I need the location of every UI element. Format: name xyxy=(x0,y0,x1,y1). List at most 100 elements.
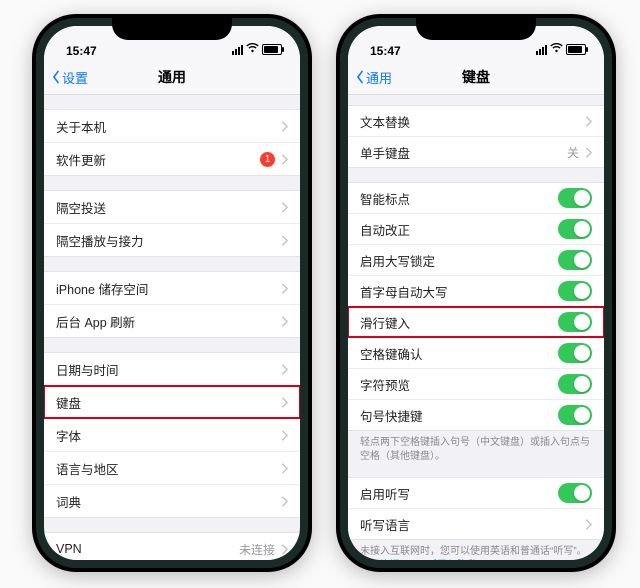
back-button[interactable]: 通用 xyxy=(354,68,392,87)
row-airdrop[interactable]: 隔空投送 xyxy=(44,191,300,223)
status-time: 15:47 xyxy=(66,44,97,60)
screen-right: 15:47 通用 键盘 文本替换 xyxy=(348,26,604,560)
nav-title: 键盘 xyxy=(462,67,490,87)
content-right: 文本替换 单手键盘 关 智能标点 自动改正 xyxy=(348,95,604,560)
phone-left-frame: 15:47 设置 通用 关于本机 xyxy=(32,14,312,572)
chevron-right-icon xyxy=(585,519,592,530)
toggle-switch[interactable] xyxy=(558,343,592,363)
footnote-text: 未接入互联网时，您可以使用英语和普通话“听写”。 xyxy=(360,546,587,557)
chevron-left-icon xyxy=(50,70,62,84)
row-caps-lock[interactable]: 启用大写锁定 xyxy=(348,244,604,275)
nav-bar: 设置 通用 xyxy=(44,60,300,95)
row-airplay[interactable]: 隔空播放与接力 xyxy=(44,223,300,256)
row-label: 空格键确认 xyxy=(360,344,558,363)
notch xyxy=(416,14,536,40)
nav-bar: 通用 键盘 xyxy=(348,60,604,95)
chevron-right-icon xyxy=(281,463,288,474)
row-label: 滑行键入 xyxy=(360,313,558,332)
row-label: VPN xyxy=(56,542,239,556)
chevron-right-icon xyxy=(281,283,288,294)
row-vpn[interactable]: VPN 未连接 xyxy=(44,533,300,560)
row-software-update[interactable]: 软件更新 1 xyxy=(44,142,300,175)
row-char-preview[interactable]: 字符预览 xyxy=(348,368,604,399)
row-label: 软件更新 xyxy=(56,150,260,169)
row-label: 后台 App 刷新 xyxy=(56,312,281,331)
row-label: 隔空播放与接力 xyxy=(56,231,281,250)
chevron-right-icon xyxy=(281,430,288,441)
row-label: 句号快捷键 xyxy=(360,406,558,425)
toggle-switch[interactable] xyxy=(558,312,592,332)
row-value: 关 xyxy=(567,144,579,161)
wifi-icon xyxy=(246,43,259,56)
row-dictation[interactable]: 启用听写 xyxy=(348,478,604,508)
row-label: 隔空投送 xyxy=(56,198,281,217)
toggle-switch[interactable] xyxy=(558,405,592,425)
row-label: 智能标点 xyxy=(360,189,558,208)
battery-icon xyxy=(262,44,282,55)
row-label: 字体 xyxy=(56,426,281,445)
row-label: 语言与地区 xyxy=(56,459,281,478)
chevron-right-icon xyxy=(281,544,288,555)
row-label: 文本替换 xyxy=(360,112,585,131)
chevron-right-icon xyxy=(281,235,288,246)
row-about[interactable]: 关于本机 xyxy=(44,110,300,142)
row-space-confirm[interactable]: 空格键确认 xyxy=(348,337,604,368)
chevron-right-icon xyxy=(585,147,592,158)
wifi-icon xyxy=(550,43,563,56)
row-label: 首字母自动大写 xyxy=(360,282,558,301)
row-label: 键盘 xyxy=(56,393,281,412)
row-label: iPhone 储存空间 xyxy=(56,279,281,298)
toggle-switch[interactable] xyxy=(558,374,592,394)
row-slide-type[interactable]: 滑行键入 xyxy=(348,306,604,337)
row-keyboard[interactable]: 键盘 xyxy=(44,385,300,418)
update-badge: 1 xyxy=(260,152,275,167)
row-fonts[interactable]: 字体 xyxy=(44,418,300,451)
row-text-replace[interactable]: 文本替换 xyxy=(348,106,604,136)
back-label: 设置 xyxy=(62,68,88,87)
chevron-right-icon xyxy=(281,364,288,375)
battery-icon xyxy=(566,44,586,55)
content-left: 关于本机 软件更新 1 隔空投送 隔空播放与接力 xyxy=(44,95,300,560)
siri-privacy-link[interactable]: 关于询问 Siri、听写与隐私… xyxy=(360,560,487,561)
row-label: 启用听写 xyxy=(360,484,558,503)
chevron-right-icon xyxy=(281,121,288,132)
row-smart-punct[interactable]: 智能标点 xyxy=(348,183,604,213)
back-label: 通用 xyxy=(366,68,392,87)
row-background-refresh[interactable]: 后台 App 刷新 xyxy=(44,304,300,337)
chevron-right-icon xyxy=(281,202,288,213)
toggle-switch[interactable] xyxy=(558,281,592,301)
nav-title: 通用 xyxy=(158,67,186,87)
toggle-switch[interactable] xyxy=(558,188,592,208)
row-one-hand[interactable]: 单手键盘 关 xyxy=(348,136,604,167)
toggle-switch[interactable] xyxy=(558,219,592,239)
toggle-switch[interactable] xyxy=(558,250,592,270)
row-auto-correct[interactable]: 自动改正 xyxy=(348,213,604,244)
row-period-shortcut[interactable]: 句号快捷键 xyxy=(348,399,604,430)
chevron-right-icon xyxy=(281,316,288,327)
notch xyxy=(112,14,232,40)
row-language-region[interactable]: 语言与地区 xyxy=(44,451,300,484)
row-auto-capitalize[interactable]: 首字母自动大写 xyxy=(348,275,604,306)
screen-left: 15:47 设置 通用 关于本机 xyxy=(44,26,300,560)
chevron-left-icon xyxy=(354,70,366,84)
row-label: 自动改正 xyxy=(360,220,558,239)
row-label: 启用大写锁定 xyxy=(360,251,558,270)
chevron-right-icon xyxy=(585,116,592,127)
phone-right-frame: 15:47 通用 键盘 文本替换 xyxy=(336,14,616,572)
row-label: 单手键盘 xyxy=(360,143,567,162)
toggle-switch[interactable] xyxy=(558,483,592,503)
row-storage[interactable]: iPhone 储存空间 xyxy=(44,272,300,304)
row-label: 字符预览 xyxy=(360,375,558,394)
signal-icon xyxy=(536,45,547,55)
row-value: 未连接 xyxy=(239,541,275,558)
footnote-period: 轻点两下空格键插入句号（中文键盘）或插入句点与空格（其他键盘）。 xyxy=(348,431,604,463)
signal-icon xyxy=(232,45,243,55)
back-button[interactable]: 设置 xyxy=(50,68,88,87)
row-label: 日期与时间 xyxy=(56,360,281,379)
chevron-right-icon xyxy=(281,397,288,408)
row-dictation-lang[interactable]: 听写语言 xyxy=(348,508,604,539)
row-dictionary[interactable]: 词典 xyxy=(44,484,300,517)
row-label: 关于本机 xyxy=(56,117,281,136)
chevron-right-icon xyxy=(281,496,288,507)
row-date-time[interactable]: 日期与时间 xyxy=(44,353,300,385)
